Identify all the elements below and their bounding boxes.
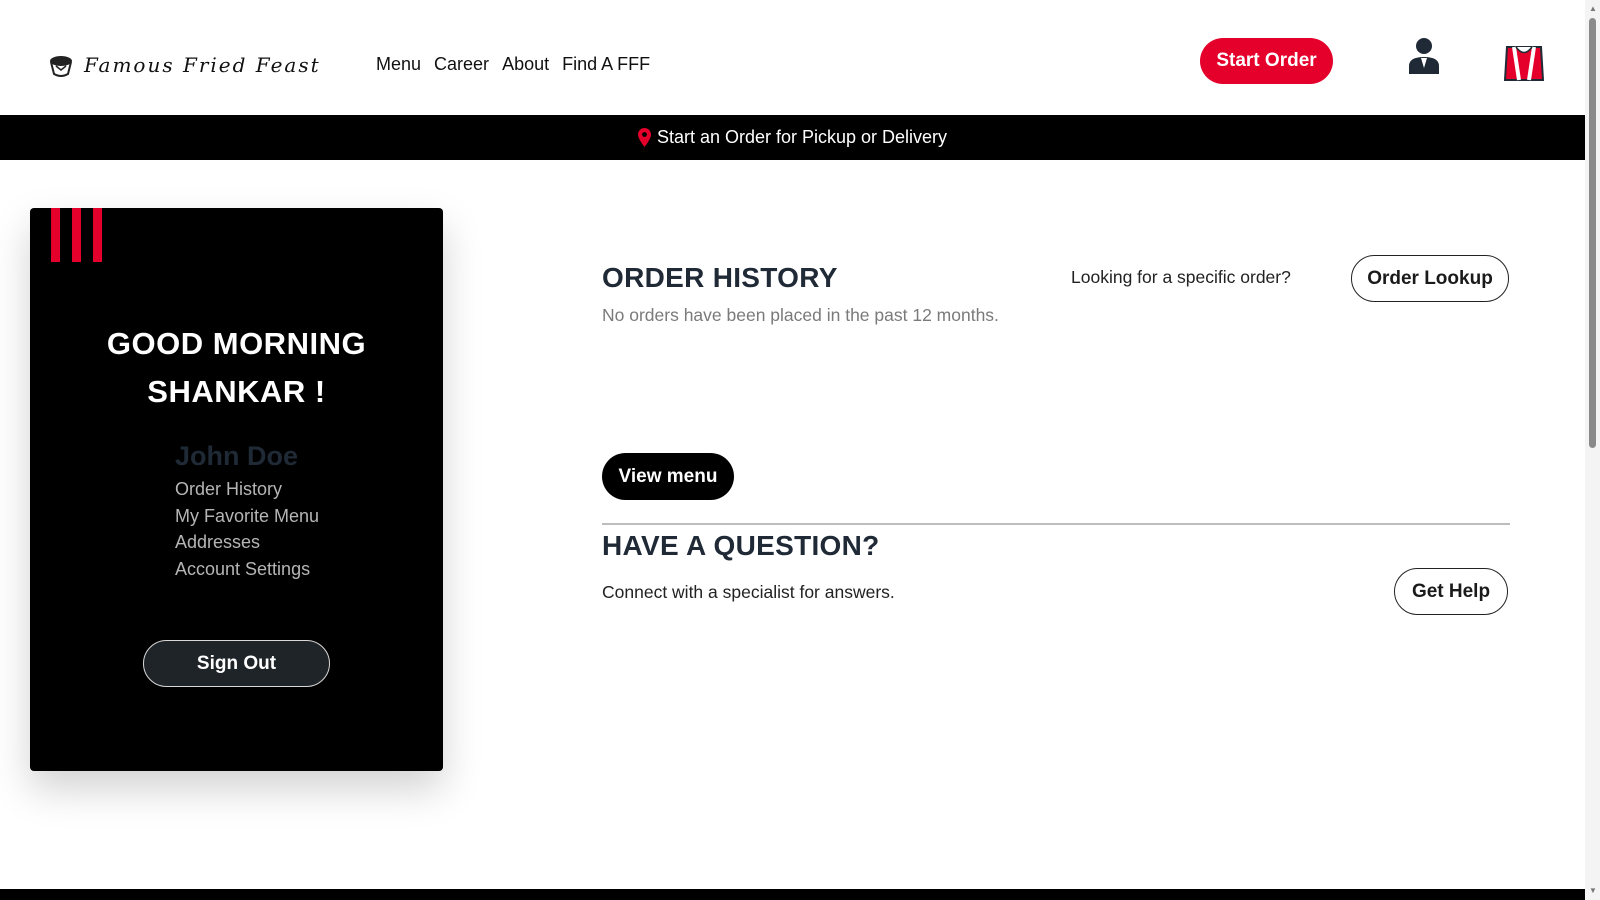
nav-find-a-fff[interactable]: Find A FFF <box>562 54 650 75</box>
question-title: HAVE A QUESTION? <box>602 530 880 561</box>
greeting-line-2: SHANKAR ! <box>147 374 326 409</box>
footer-edge <box>0 889 1585 900</box>
bucket-logo-icon <box>50 56 72 77</box>
scroll-up-icon[interactable]: ▲ <box>1589 4 1597 13</box>
section-divider <box>602 523 1510 525</box>
account-name: John Doe <box>175 441 299 471</box>
order-history-title: ORDER HISTORY <box>602 262 838 293</box>
account-link-favorite-menu[interactable]: My Favorite Menu <box>175 503 319 530</box>
card-stripe <box>51 208 60 262</box>
order-banner[interactable]: Start an Order for Pickup or Delivery <box>0 115 1585 160</box>
account-card: GOOD MORNING SHANKAR ! John Doe Order Hi… <box>30 208 443 771</box>
brand-logo[interactable]: Famous Fried Feast <box>48 52 321 78</box>
nav-menu[interactable]: Menu <box>376 54 421 75</box>
account-link-order-history[interactable]: Order History <box>175 476 319 503</box>
lookup-question: Looking for a specific order? <box>1071 267 1291 287</box>
nav-career[interactable]: Career <box>434 54 489 75</box>
card-stripe <box>93 208 102 262</box>
main-nav: Menu Career About Find A FFF <box>376 54 663 75</box>
greeting-line-1: GOOD MORNING <box>106 326 367 361</box>
order-history-subtitle: No orders have been placed in the past 1… <box>602 305 999 325</box>
nav-about[interactable]: About <box>502 54 549 75</box>
account-link-addresses[interactable]: Addresses <box>175 529 319 556</box>
user-icon[interactable] <box>1407 38 1441 74</box>
location-pin-icon <box>637 128 651 147</box>
shopping-bag-icon[interactable] <box>1504 42 1544 82</box>
order-lookup-button[interactable]: Order Lookup <box>1351 255 1509 302</box>
account-nav: Order History My Favorite Menu Addresses… <box>175 476 319 582</box>
scroll-down-icon[interactable]: ▼ <box>1589 886 1597 895</box>
start-order-button[interactable]: Start Order <box>1200 38 1333 84</box>
get-help-button[interactable]: Get Help <box>1394 568 1508 615</box>
greeting: GOOD MORNING SHANKAR ! <box>30 320 443 416</box>
brand-name: Famous Fried Feast <box>84 53 321 77</box>
view-menu-button[interactable]: View menu <box>602 453 734 500</box>
sign-out-button[interactable]: Sign Out <box>143 640 330 687</box>
account-link-settings[interactable]: Account Settings <box>175 556 319 583</box>
card-stripe <box>72 208 81 262</box>
scrollbar-thumb[interactable] <box>1589 18 1596 448</box>
site-header: Famous Fried Feast Menu Career About Fin… <box>0 0 1585 115</box>
question-subtitle: Connect with a specialist for answers. <box>602 582 895 602</box>
banner-text: Start an Order for Pickup or Delivery <box>656 127 948 147</box>
